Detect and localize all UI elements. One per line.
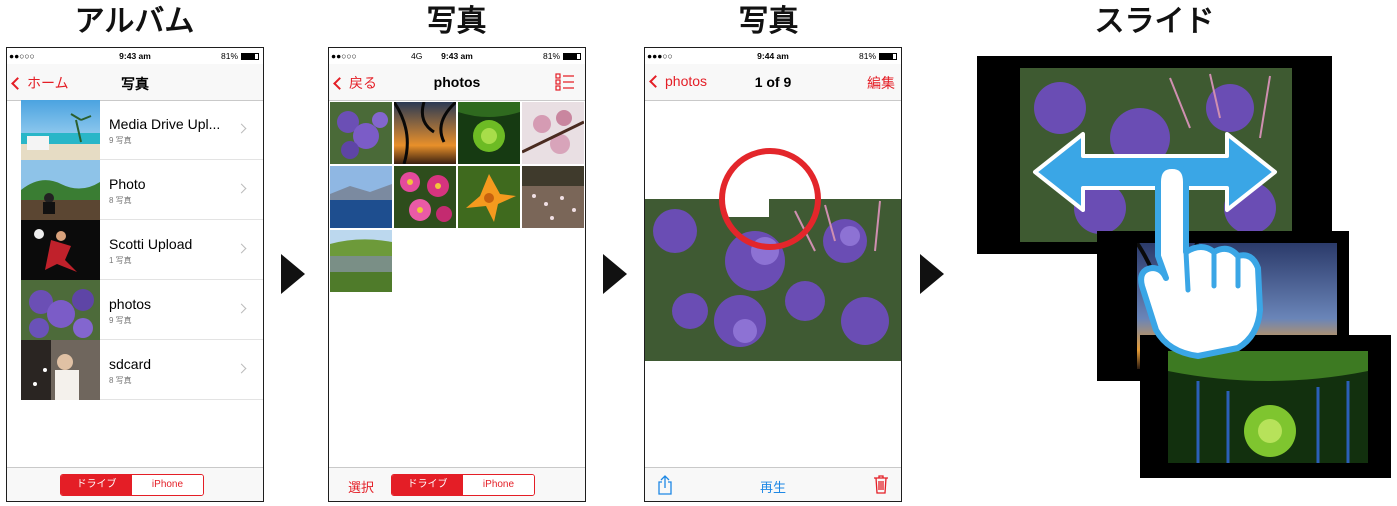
tutorial-figure: アルバム 写真 写真 スライド ●●○○○ 9:43 am 81% ホーム 写真… (0, 0, 1397, 506)
battery-indicator: 81% (221, 48, 259, 64)
step-arrow-icon (920, 254, 944, 294)
status-bar: ●●○○○ 4G 9:43 am 81% (329, 48, 585, 64)
segment-drive[interactable]: ドライブ (61, 475, 132, 495)
album-name: Scotti Upload (109, 236, 193, 252)
pointing-hand-icon (1138, 163, 1263, 359)
page-title: photos (433, 74, 481, 90)
select-button[interactable]: 選択 (348, 477, 374, 496)
chevron-right-icon (236, 363, 247, 374)
photo-thumbnail[interactable] (458, 102, 520, 164)
photo-thumbnail[interactable] (522, 102, 584, 164)
album-row[interactable]: Photo 8 写真 (21, 160, 263, 220)
page-title: 写真 (121, 76, 149, 92)
status-bar: ●●●○○ 9:44 am 81% (645, 48, 901, 64)
album-thumbnail (21, 340, 100, 400)
bottom-toolbar: 再生 (645, 467, 901, 501)
album-thumbnail (21, 160, 100, 220)
play-button[interactable]: 再生 (645, 477, 901, 496)
bottom-toolbar: 選択 ドライブ iPhone (329, 467, 585, 501)
album-thumbnail (21, 100, 100, 160)
segment-iphone[interactable]: iPhone (463, 475, 534, 495)
battery-indicator: 81% (543, 48, 581, 64)
step-arrow-icon (281, 254, 305, 294)
album-thumbnail (21, 280, 100, 340)
album-thumbnail (21, 220, 100, 280)
nav-bar: photos 1 of 9 編集 (645, 64, 901, 101)
album-name: Photo (109, 176, 146, 192)
list-view-icon[interactable] (555, 73, 575, 91)
chevron-right-icon (236, 183, 247, 194)
status-bar: ●●○○○ 9:43 am 81% (7, 48, 263, 64)
chevron-right-icon (236, 303, 247, 314)
album-row[interactable]: photos 9 写真 (21, 280, 263, 340)
chevron-right-icon (236, 123, 247, 134)
battery-icon (879, 53, 897, 61)
battery-percent: 81% (858, 51, 876, 61)
step-arrow-icon (603, 254, 627, 294)
battery-indicator: 81% (859, 48, 897, 64)
phone-albums-screen: ●●○○○ 9:43 am 81% ホーム 写真 Media Drive Upl… (6, 47, 264, 502)
album-count: 9 写真 (109, 316, 132, 325)
photo-thumbnail[interactable] (330, 166, 392, 228)
nav-bar: ホーム 写真 (7, 64, 263, 101)
battery-icon (563, 53, 581, 61)
photo-thumbnail[interactable] (458, 166, 520, 228)
heading-photo-view: 写真 (738, 4, 799, 39)
phone-grid-screen: ●●○○○ 4G 9:43 am 81% 戻る photos 選択 ドライブ i… (328, 47, 586, 502)
battery-percent: 81% (220, 51, 238, 61)
source-segmented-control: ドライブ iPhone (391, 474, 535, 496)
album-name: Media Drive Upl... (109, 116, 221, 132)
album-count: 8 写真 (109, 376, 132, 385)
source-segmented-control: ドライブ iPhone (60, 474, 204, 496)
photo-thumbnail[interactable] (394, 102, 456, 164)
bottom-toolbar: ドライブ iPhone (7, 467, 263, 501)
edit-button[interactable]: 編集 (867, 73, 895, 93)
album-count: 8 写真 (109, 196, 132, 205)
battery-percent: 81% (542, 51, 560, 61)
photo-thumbnail[interactable] (330, 230, 392, 292)
tap-highlight-circle (719, 148, 821, 250)
album-count: 1 写真 (109, 256, 132, 265)
album-row[interactable]: Scotti Upload 1 写真 (21, 220, 263, 280)
photo-thumbnail[interactable] (522, 166, 584, 228)
slide-image-green-plant (1168, 351, 1368, 463)
heading-slide: スライド (1094, 4, 1215, 39)
photo-counter: 1 of 9 (754, 74, 792, 90)
nav-bar: 戻る photos (329, 64, 585, 101)
photo-thumbnail[interactable] (330, 102, 392, 164)
segment-iphone[interactable]: iPhone (132, 475, 203, 495)
heading-album: アルバム (74, 4, 195, 39)
trash-icon[interactable] (873, 474, 889, 494)
album-name: sdcard (109, 356, 152, 372)
album-row[interactable]: sdcard 8 写真 (21, 340, 263, 400)
battery-icon (241, 53, 259, 61)
heading-photos-grid: 写真 (426, 4, 487, 39)
chevron-right-icon (236, 243, 247, 254)
phone-photo-view-screen: ●●●○○ 9:44 am 81% photos 1 of 9 編集 再生 (644, 47, 902, 502)
album-name: photos (109, 296, 152, 312)
album-row[interactable]: Media Drive Upl... 9 写真 (21, 100, 263, 160)
photo-thumbnail[interactable] (394, 166, 456, 228)
album-count: 9 写真 (109, 136, 132, 145)
segment-drive[interactable]: ドライブ (392, 475, 463, 495)
